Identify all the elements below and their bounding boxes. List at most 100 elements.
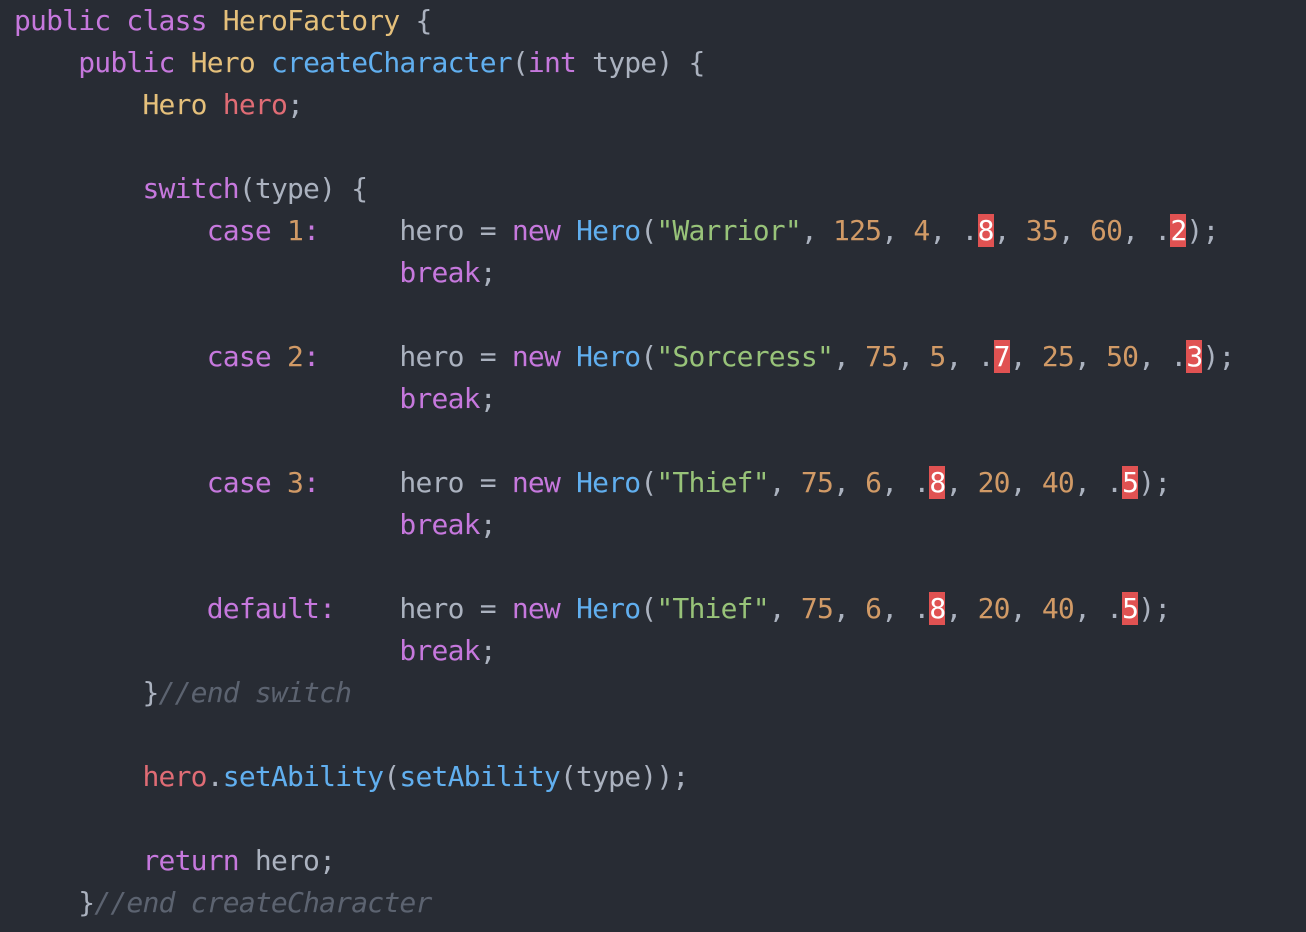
code-token-number: 2 <box>287 340 304 373</box>
code-line[interactable]: default: hero = new Hero("Thief", 75, 6,… <box>14 588 1235 630</box>
code-line[interactable] <box>14 420 1235 462</box>
code-editor[interactable]: public class HeroFactory { public Hero c… <box>0 0 1306 932</box>
code-token-plain: , <box>1009 466 1042 499</box>
code-token-number: 6 <box>865 466 882 499</box>
code-line[interactable]: return hero; <box>14 840 1235 882</box>
code-token-keyword: case <box>206 466 272 499</box>
code-token-plain: ; <box>479 382 497 415</box>
code-token-plain: , . <box>1138 340 1187 373</box>
code-token-plain: hero = <box>319 340 512 373</box>
code-line[interactable]: break; <box>14 252 1235 294</box>
code-token-plain: hero = <box>319 214 512 247</box>
code-token-keyword: : <box>303 466 320 499</box>
error-highlight: 5 <box>1122 466 1139 499</box>
code-line[interactable]: break; <box>14 504 1235 546</box>
code-token-plain: ( <box>640 592 657 625</box>
error-highlight: 8 <box>929 466 946 499</box>
code-token-function: Hero <box>576 340 641 373</box>
code-line[interactable]: break; <box>14 378 1235 420</box>
code-line[interactable] <box>14 798 1235 840</box>
code-line[interactable]: switch(type) { <box>14 168 1235 210</box>
code-line[interactable]: case 3: hero = new Hero("Thief", 75, 6, … <box>14 462 1235 504</box>
code-token-plain: , <box>897 340 930 373</box>
code-token-keyword: public <box>14 4 111 37</box>
code-token-function: Hero <box>576 214 641 247</box>
code-token-plain: hero = <box>335 592 512 625</box>
code-token-plain: ; <box>479 256 497 289</box>
code-token-number: 75 <box>865 340 898 373</box>
error-highlight: 3 <box>1186 340 1203 373</box>
code-token-keyword: int <box>527 46 577 79</box>
code-token-number: 50 <box>1106 340 1139 373</box>
code-token-plain: , . <box>1073 592 1123 625</box>
code-line[interactable]: case 2: hero = new Hero("Sorceress", 75,… <box>14 336 1235 378</box>
code-token-keyword: class <box>126 4 207 37</box>
code-token-plain: ( <box>383 760 400 793</box>
code-token-plain: , . <box>1073 466 1123 499</box>
code-token-plain: , . <box>1122 214 1171 247</box>
code-token-plain: , <box>945 592 978 625</box>
code-line[interactable]: break; <box>14 630 1235 672</box>
code-token-function: Hero <box>576 466 641 499</box>
code-token-plain: , . <box>945 340 994 373</box>
code-token-keyword: break <box>399 634 480 667</box>
code-token-plain: type) { <box>576 46 705 79</box>
code-token-keyword: new <box>511 592 561 625</box>
code-token-keyword: break <box>399 256 480 289</box>
code-token-plain: , <box>1073 340 1107 373</box>
code-line[interactable] <box>14 294 1235 336</box>
code-token-function: Hero <box>576 592 641 625</box>
code-token-plain: } <box>142 676 159 709</box>
code-token-plain: , <box>881 214 914 247</box>
code-token-keyword: : <box>303 340 320 373</box>
code-token-plain: , <box>833 592 866 625</box>
code-token-plain: (type) { <box>238 172 368 205</box>
code-token-variable: hero <box>222 88 288 121</box>
error-highlight: 8 <box>977 214 994 247</box>
code-token-plain: hero; <box>238 844 336 877</box>
code-token-plain: { <box>399 4 432 37</box>
code-token-number: 20 <box>977 466 1011 499</box>
code-line[interactable]: public class HeroFactory { <box>14 0 1235 42</box>
code-line[interactable]: public Hero createCharacter(int type) { <box>14 42 1235 84</box>
code-line[interactable]: }//end createCharacter <box>14 882 1235 924</box>
code-token-plain: ); <box>1202 340 1235 373</box>
code-token-plain: ; <box>479 508 497 541</box>
code-token-number: 5 <box>929 340 946 373</box>
code-line[interactable] <box>14 714 1235 756</box>
code-token-plain: ; <box>287 88 304 121</box>
code-token-number: 75 <box>800 592 834 625</box>
code-token-number: 1 <box>287 214 304 247</box>
code-token-type: Hero <box>142 88 207 121</box>
code-line[interactable]: Hero hero; <box>14 84 1235 126</box>
code-token-number: 40 <box>1041 592 1075 625</box>
code-token-plain: ( <box>640 466 657 499</box>
code-token-plain: , <box>945 466 978 499</box>
code-area[interactable]: public class HeroFactory { public Hero c… <box>14 0 1235 924</box>
code-token-plain: ; <box>479 634 497 667</box>
code-line[interactable] <box>14 126 1235 168</box>
code-line[interactable]: hero.setAbility(setAbility(type)); <box>14 756 1235 798</box>
code-token-number: 6 <box>865 592 882 625</box>
code-line[interactable] <box>14 546 1235 588</box>
code-token-plain: ); <box>1138 466 1171 499</box>
code-token-number: 125 <box>833 214 882 247</box>
code-line[interactable]: case 1: hero = new Hero("Warrior", 125 , … <box>14 210 1235 252</box>
code-token-string: "Thief" <box>656 466 769 499</box>
code-line[interactable]: }//end switch <box>14 672 1235 714</box>
code-token-number: 20 <box>977 592 1011 625</box>
code-token-plain: (type)); <box>559 760 689 793</box>
